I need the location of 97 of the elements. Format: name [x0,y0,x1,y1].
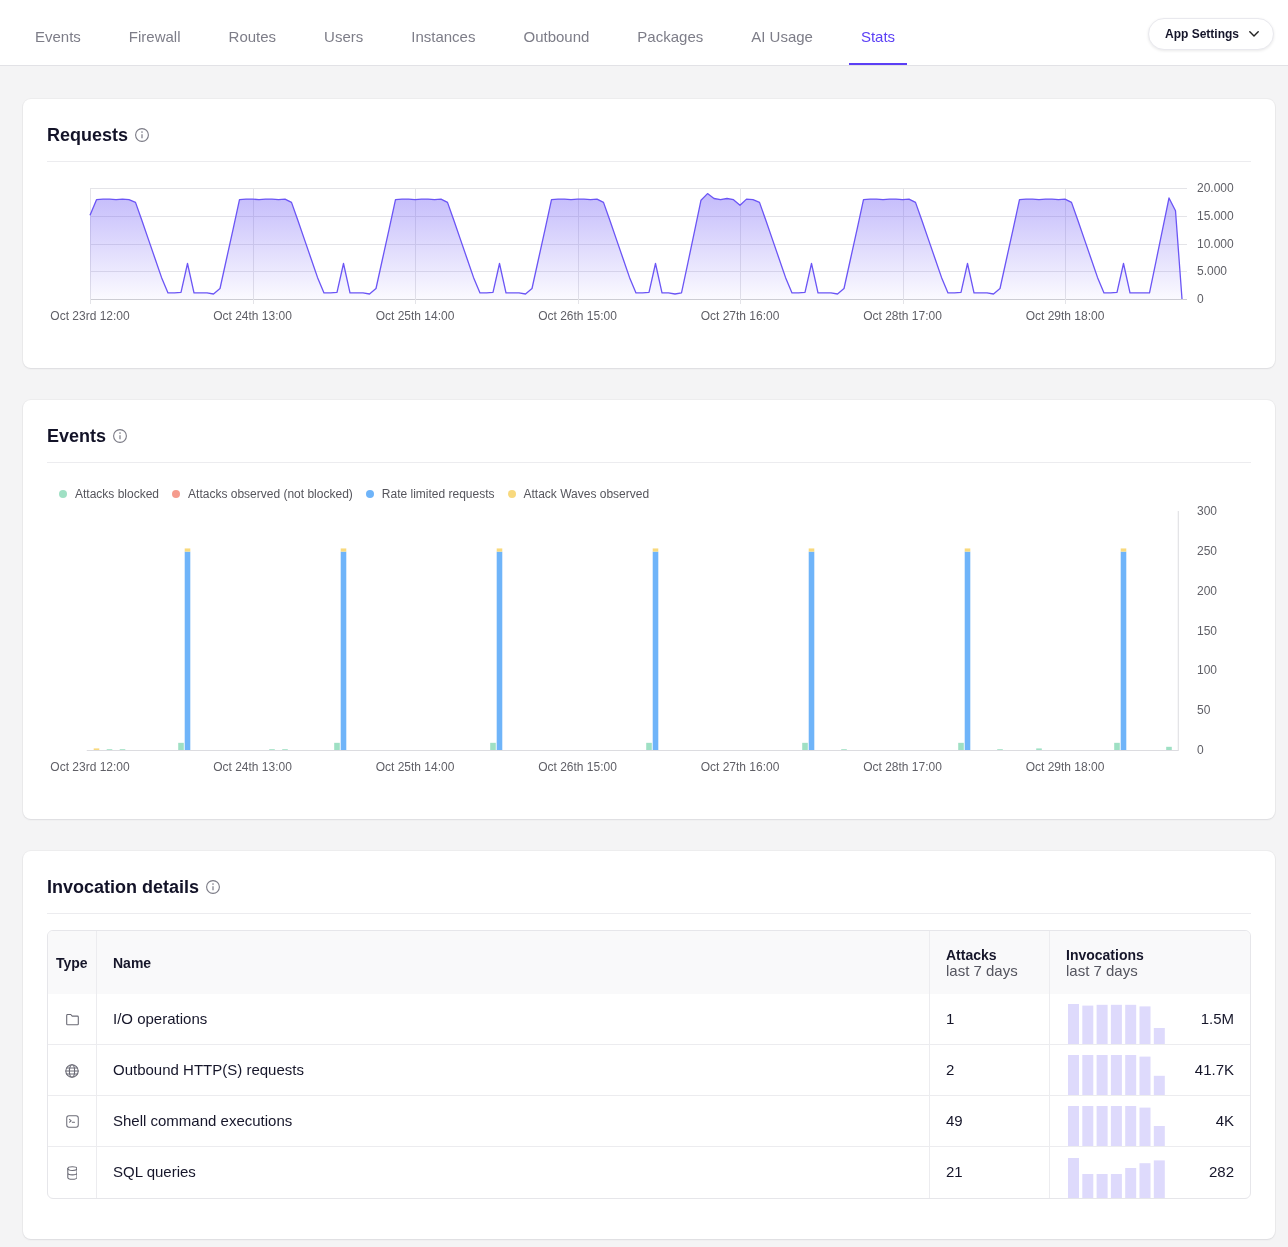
info-icon[interactable] [135,128,150,142]
operation-name: Shell command executions [113,1111,293,1129]
attack-count: 49 [946,1111,963,1129]
invocation-trend-bar [1082,1005,1094,1044]
invocation-trend-bar [1096,1106,1108,1146]
invocation-count: 41.7K [1194,1059,1234,1080]
x-axis-label: Oct 29th 18:00 [1025,760,1105,774]
x-axis-label: Oct 28th 17:00 [863,309,942,323]
terminal-icon [65,1115,79,1129]
invocation-trend-bar [1068,1106,1079,1146]
invocation-trend-bar [1110,1173,1122,1198]
invocation-trend-bar [1068,1055,1079,1095]
nav-tab[interactable]: Firewall [116,0,193,65]
y-axis-label: 200 [1197,583,1218,598]
invocation-trend-bar [1125,1167,1137,1198]
invocation-trend-bar [1139,1162,1151,1198]
invocation-trend-bar [1096,1004,1108,1044]
y-axis-label: 50 [1197,703,1211,718]
x-axis-label: Oct 28th 17:00 [863,760,942,774]
invocation-count: 4K [1215,1110,1234,1131]
y-axis-label: 300 [1197,504,1218,518]
column-subheader: last 7 days [946,962,1019,979]
y-axis-label: 15.000 [1197,208,1234,223]
info-icon[interactable] [206,880,221,894]
invocation-trend-bar [1096,1055,1108,1095]
invocation-count: 1.5M [1200,1008,1234,1029]
legend-item[interactable]: Attack Waves observed [507,486,650,502]
column-header: Invocations [1066,946,1145,963]
invocation-count: 282 [1208,1162,1234,1183]
attack-count: 2 [946,1060,955,1078]
x-axis-label: Oct 29th 18:00 [1025,309,1105,323]
section-title: Events [47,425,107,448]
column-header: Attacks [946,946,998,963]
legend-item[interactable]: Attacks blocked [59,486,160,502]
operation-name: I/O operations [113,1009,208,1027]
invocation-trend-bar [1153,1075,1165,1095]
y-axis-label: 10.000 [1197,236,1234,251]
info-icon[interactable] [113,429,128,443]
nav-tab[interactable]: Users [312,0,376,65]
y-axis-label: 100 [1197,663,1218,678]
attack-count: 1 [946,1009,955,1027]
globe-icon [65,1063,79,1078]
y-axis-label: 5.000 [1197,264,1228,279]
invocation-trend-bar [1110,1055,1122,1095]
app-settings-button[interactable]: App Settings [1148,18,1274,50]
x-axis-label: Oct 23rd 12:00 [50,760,130,774]
x-axis-label: Oct 25th 14:00 [375,309,455,323]
operation-name: Outbound HTTP(S) requests [113,1060,304,1078]
invocation-trend-bar [1153,1159,1165,1198]
invocation-trend-bar [1153,1028,1165,1044]
y-axis-label: 150 [1197,623,1218,638]
legend-item[interactable]: Attacks observed (not blocked) [172,486,353,502]
nav-tab[interactable]: Events [23,0,93,65]
invocation-trend-bar [1139,1107,1151,1146]
legend-item[interactable]: Rate limited requests [365,486,495,502]
invocation-trend-bar [1153,1126,1165,1146]
invocation-trend-bar [1096,1173,1108,1198]
invocation-trend-bar [1082,1106,1094,1146]
x-axis-label: Oct 23rd 12:00 [50,309,130,323]
y-axis-label: 0 [1197,292,1204,306]
x-axis-label: Oct 26th 15:00 [538,309,617,323]
invocation-trend-bar [1068,1157,1079,1198]
x-axis-label: Oct 24th 13:00 [213,309,292,323]
invocation-trend-bar [1110,1004,1122,1044]
x-axis-label: Oct 27th 16:00 [700,760,780,774]
database-icon [66,1166,78,1181]
folder-icon [65,1013,79,1026]
invocation-trend-bar [1068,1004,1079,1044]
chevron-down-icon [1249,31,1259,37]
column-header: Type [56,954,88,971]
nav-tab[interactable]: Instances [399,0,488,65]
x-axis-label: Oct 25th 14:00 [375,760,455,774]
column-subheader: last 7 days [1066,962,1139,979]
nav-tab[interactable]: AI Usage [739,0,825,65]
operation-name: SQL queries [113,1163,196,1181]
nav-tab[interactable]: Routes [216,0,289,65]
invocation-trend-bar [1139,1006,1151,1044]
invocation-trend-bar [1125,1055,1137,1095]
invocation-trend-bar [1082,1055,1094,1095]
y-axis-label: 250 [1197,543,1218,558]
x-axis-label: Oct 24th 13:00 [213,760,292,774]
section-title: Invocation details [47,876,200,899]
nav-tab[interactable]: Stats [848,0,908,65]
y-axis-label: 0 [1197,743,1204,757]
invocation-trend-bar [1125,1004,1137,1044]
invocation-trend-bar [1139,1056,1151,1095]
nav-tab[interactable]: Packages [625,0,716,65]
invocation-trend-bar [1125,1106,1137,1146]
section-title: Requests [47,124,129,147]
invocation-trend-bar [1082,1173,1094,1198]
x-axis-label: Oct 26th 15:00 [538,760,617,774]
attack-count: 21 [946,1163,963,1181]
y-axis-label: 20.000 [1197,181,1234,195]
invocation-trend-bar [1110,1106,1122,1146]
column-header: Name [113,954,153,971]
nav-tab[interactable]: Outbound [511,0,602,65]
x-axis-label: Oct 27th 16:00 [700,309,780,323]
